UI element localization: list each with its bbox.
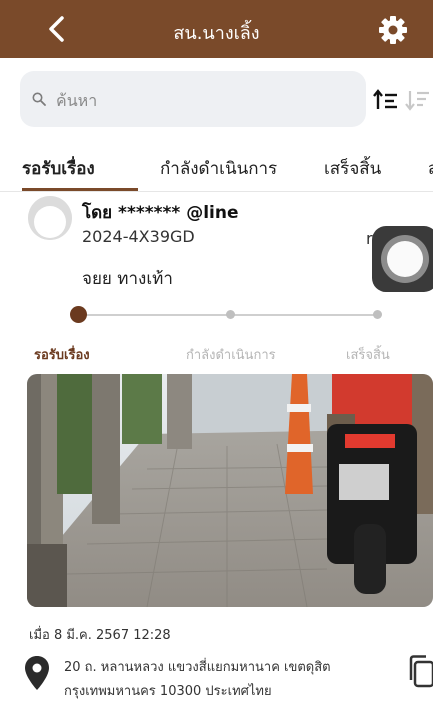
progress-line-1 bbox=[80, 314, 230, 316]
app-header: สน.นางเลิ้ง bbox=[0, 0, 433, 58]
ticket-photo[interactable] bbox=[27, 374, 433, 607]
ticket-subject: จยย ทางเท้า bbox=[82, 269, 173, 289]
tab-next[interactable]: ส bbox=[428, 155, 433, 182]
location-pin-icon bbox=[25, 656, 49, 690]
progress-step-2-label: กำลังดำเนินการ bbox=[186, 348, 276, 363]
sort-descending-icon[interactable] bbox=[405, 89, 431, 111]
user-silhouette-icon bbox=[28, 196, 72, 240]
progress-line-2 bbox=[230, 314, 378, 316]
progress-step-3-label: เสร็จสิ้น bbox=[346, 348, 390, 363]
status-tabs: รอรับเรื่อง กำลังดำเนินการ เสร็จสิ้น ส bbox=[0, 140, 433, 192]
tab-pending[interactable]: รอรับเรื่อง bbox=[22, 155, 95, 182]
search-input[interactable]: ค้นหา bbox=[20, 71, 366, 127]
search-placeholder: ค้นหา bbox=[56, 91, 98, 110]
ticket-id: 2024-4X39GD bbox=[82, 227, 195, 246]
avatar bbox=[28, 196, 72, 240]
ticket-timestamp: เมื่อ 8 มี.ค. 2567 12:28 bbox=[29, 628, 171, 643]
ticket-address-line2: กรุงเทพมหานคร 10300 ประเทศไทย bbox=[64, 684, 272, 699]
tab-completed[interactable]: เสร็จสิ้น bbox=[324, 155, 381, 182]
gear-icon[interactable] bbox=[378, 15, 408, 45]
sort-ascending-icon[interactable] bbox=[373, 89, 399, 111]
assistive-touch-button[interactable] bbox=[372, 226, 433, 292]
page-title: สน.นางเลิ้ง bbox=[173, 23, 260, 44]
progress-step-3-dot bbox=[373, 310, 382, 319]
ticket-address-line1: 20 ถ. หลานหลวง แขวงสี่แยกมหานาค เขตดุสิต bbox=[64, 660, 331, 675]
assistive-touch-core bbox=[387, 241, 423, 277]
tab-in-progress[interactable]: กำลังดำเนินการ bbox=[160, 155, 277, 182]
active-tab-indicator bbox=[22, 188, 138, 191]
ticket-author: โดย ******* @line bbox=[82, 203, 239, 223]
progress-step-1-label: รอรับเรื่อง bbox=[34, 348, 90, 363]
progress-step-2-dot bbox=[226, 310, 235, 319]
search-icon bbox=[32, 92, 46, 106]
copy-icon[interactable] bbox=[408, 654, 433, 692]
sidewalk-photo bbox=[27, 374, 433, 607]
progress-step-1-dot bbox=[70, 306, 87, 323]
